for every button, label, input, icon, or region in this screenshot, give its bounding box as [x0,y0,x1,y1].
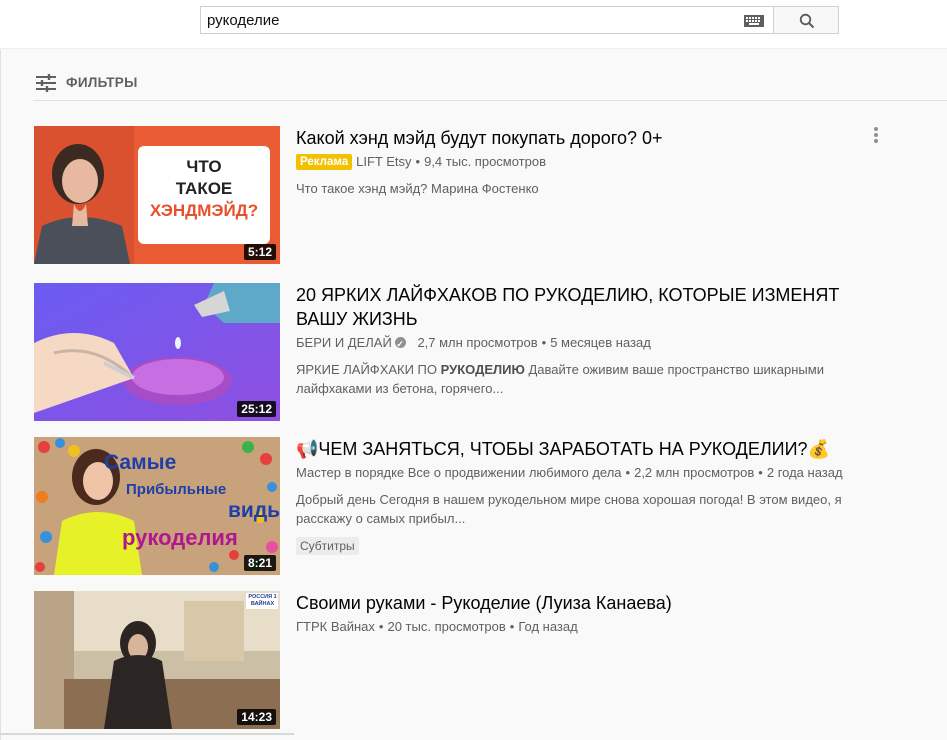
video-description: Что такое хэнд мэйд? Марина Фостенко [296,181,539,196]
more-icon-dot [874,127,878,131]
view-count: 2,2 млн просмотров [634,465,755,480]
view-count: 9,4 тыс. просмотров [424,154,547,169]
search-icon [799,13,815,29]
channel-logo: РОССИЯ 1 ВАЙНАХ [247,594,278,608]
thumbnail-text: рукоделия [122,525,238,550]
video-duration: 25:12 [237,401,276,417]
logo-text: РОССИЯ 1 [248,594,277,600]
thumbnail-text: ЧТО [186,157,222,176]
search-input[interactable] [207,7,727,33]
thumbnail-text: Прибыльные [126,481,227,498]
video-result[interactable]: РОССИЯ 1 ВАЙНАХ 14:23 Своими руками - Ру… [34,591,914,729]
verified-icon [394,335,406,353]
more-icon-dot [874,133,878,137]
view-count: 20 тыс. просмотров [387,619,506,634]
video-info: Своими руками - Рукоделие (Луиза Канаева… [296,591,856,636]
video-result[interactable]: ЧТО ТАКОЕ ХЭНДМЭЙД? 5:12 Какой хэнд мэйд… [34,126,914,264]
channel-name[interactable]: ГТРК Вайнах [296,619,375,634]
filters-icon [36,74,56,92]
video-thumbnail[interactable]: РОССИЯ 1 ВАЙНАХ 14:23 [34,591,280,729]
view-count: 2,7 млн просмотров [417,335,538,350]
video-meta: БЕРИ И ДЕЛАЙ 2,7 млн просмотров•5 месяце… [296,334,856,353]
description-text: ЯРКИЕ ЛАЙФХАКИ ПО [296,362,441,377]
meta-separator: • [378,619,384,634]
upload-age: 2 года назад [766,465,843,480]
thumbnail-text: Самые [104,451,177,474]
meta-separator [410,335,414,350]
meta-separator: • [509,619,515,634]
video-title[interactable]: Своими руками - Рукоделие (Луиза Канаева… [296,591,856,615]
filters-divider [33,100,947,101]
video-duration: 14:23 [237,709,276,725]
more-options-button[interactable] [870,126,882,146]
video-info: 📢ЧЕМ ЗАНЯТЬСЯ, ЧТОБЫ ЗАРАБОТАТЬ НА РУКОД… [296,437,856,555]
channel-name[interactable]: БЕРИ И ДЕЛАЙ [296,335,392,350]
video-thumbnail[interactable]: ЧТО ТАКОЕ ХЭНДМЭЙД? 5:12 [34,126,280,264]
meta-separator: • [625,465,631,480]
video-title[interactable]: 📢ЧЕМ ЗАНЯТЬСЯ, ЧТОБЫ ЗАРАБОТАТЬ НА РУКОД… [296,437,856,461]
video-thumbnail[interactable]: 25:12 [34,283,280,421]
thumbnail-text: ХЭНДМЭЙД? [149,201,259,220]
meta-separator: • [415,154,421,169]
thumbnail-text: виды [228,499,280,522]
filters-label: ФИЛЬТРЫ [66,75,138,90]
upload-age: Год назад [518,619,578,634]
video-result[interactable]: Самые Прибыльные виды рукоделия 8:21 📢ЧЕ… [34,437,914,575]
video-meta: Мастер в порядке Все о продвижении любим… [296,464,856,482]
video-duration: 8:21 [243,555,276,571]
video-meta: Реклама LIFT Etsy • 9,4 тыс. просмотров [296,153,856,171]
channel-name[interactable]: Мастер в порядке Все о продвижении любим… [296,465,622,480]
left-divider [0,50,1,740]
channel-name[interactable]: LIFT Etsy [356,154,411,169]
video-description: ЯРКИЕ ЛАЙФХАКИ ПО РУКОДЕЛИЮ Давайте ожив… [296,360,856,398]
subtitles-badge: Субтитры [296,537,359,555]
meta-separator: • [541,335,547,350]
description-highlight: РУКОДЕЛИЮ [440,362,525,377]
ad-badge: Реклама [296,154,353,170]
search-button[interactable] [773,6,839,34]
top-bar-shadow [0,48,947,50]
video-info: 20 ЯРКИХ ЛАЙФХАКОВ ПО РУКОДЕЛИЮ, КОТОРЫЕ… [296,283,856,398]
search-box[interactable] [200,6,773,34]
keyboard-icon[interactable] [744,15,764,27]
logo-text: ВАЙНАХ [250,601,275,607]
thumbnail-caption: ЧТО ТАКОЕ ХЭНДМЭЙД? [138,156,270,222]
top-bar [0,0,947,48]
upload-age: 5 месяцев назад [550,335,651,350]
video-info: Какой хэнд мэйд будут покупать дорого? 0… [296,126,856,198]
meta-separator: • [758,465,763,480]
horizontal-scrollbar[interactable] [0,733,294,735]
video-result[interactable]: 25:12 20 ЯРКИХ ЛАЙФХАКОВ ПО РУКОДЕЛИЮ, К… [34,283,914,421]
thumbnail-text: ТАКОЕ [175,179,233,198]
video-description: Добрый день Сегодня в нашем рукодельном … [296,492,842,526]
video-title[interactable]: Какой хэнд мэйд будут покупать дорого? 0… [296,126,856,150]
video-meta: ГТРК Вайнах • 20 тыс. просмотров • Год назад [296,618,856,636]
video-title[interactable]: 20 ЯРКИХ ЛАЙФХАКОВ ПО РУКОДЕЛИЮ, КОТОРЫЕ… [296,283,856,331]
video-duration: 5:12 [243,244,276,260]
more-icon-dot [874,139,878,143]
video-thumbnail[interactable]: Самые Прибыльные виды рукоделия 8:21 [34,437,280,575]
